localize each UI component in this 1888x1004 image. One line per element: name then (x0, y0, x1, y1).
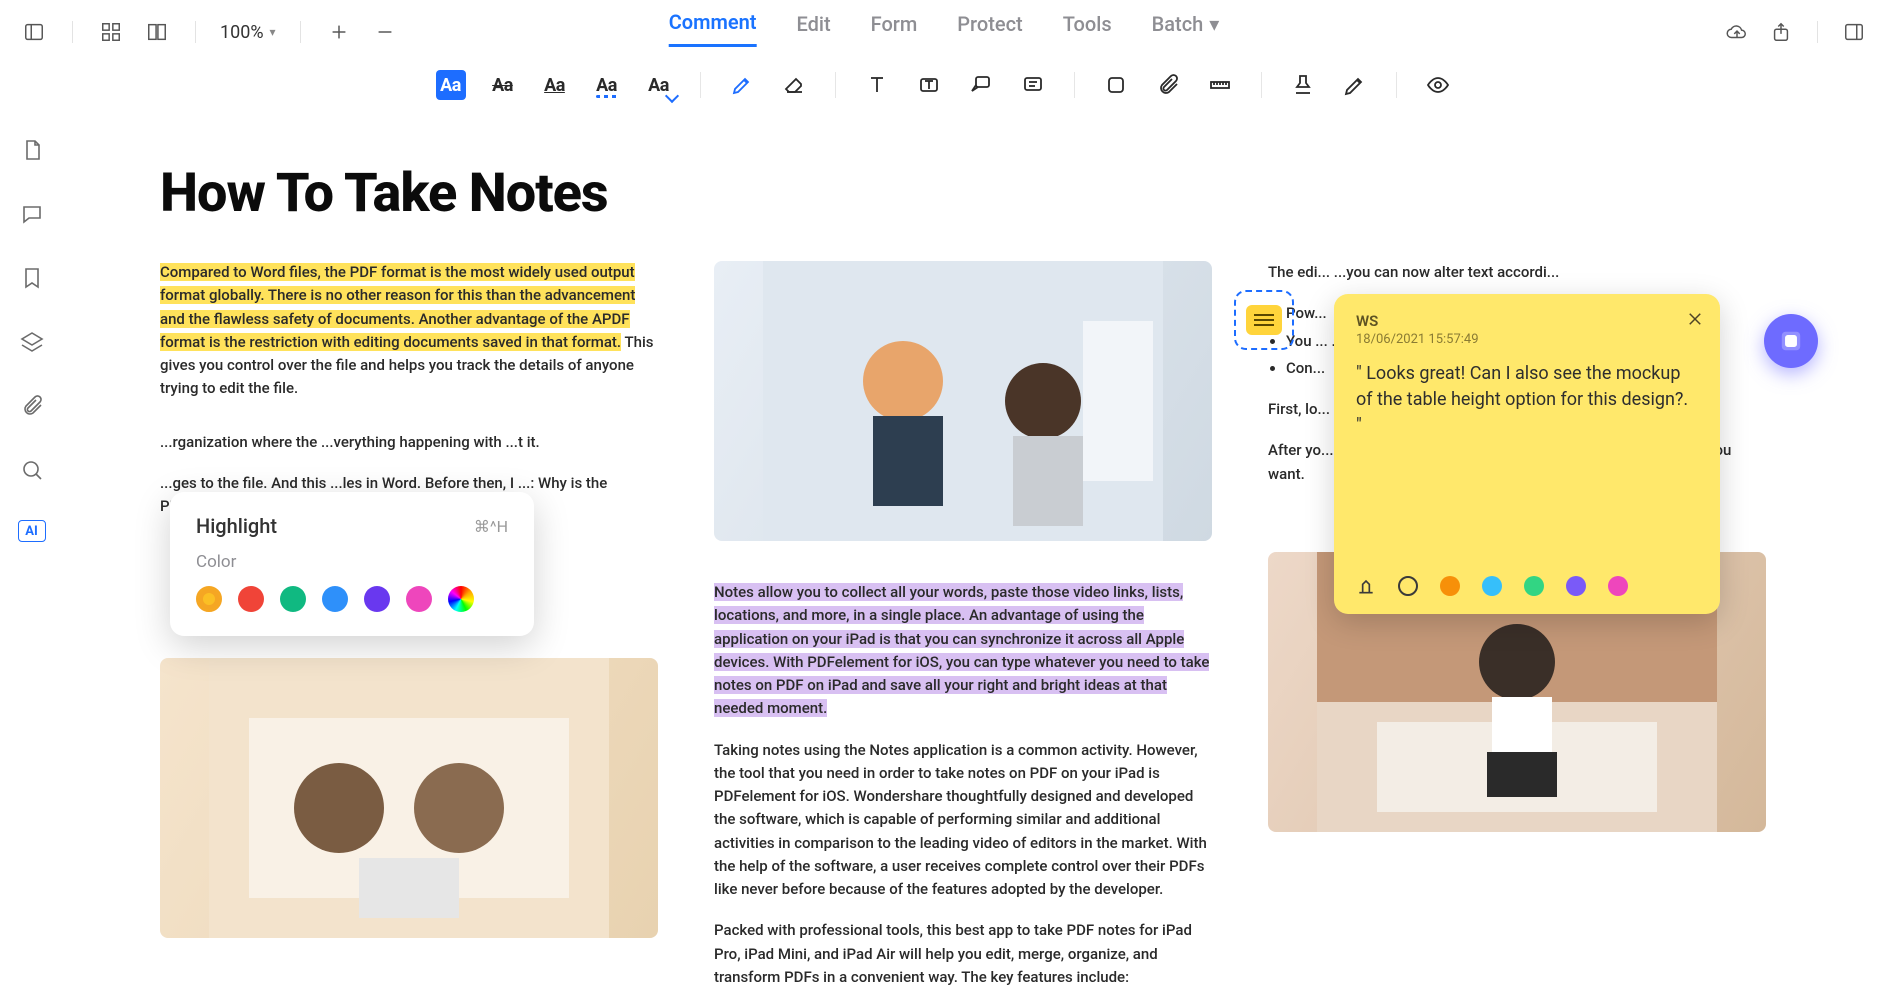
chevron-down-icon: ▾ (270, 25, 276, 39)
comment-panel-icon[interactable] (18, 200, 46, 228)
cloud-upload-icon[interactable] (1723, 18, 1751, 46)
layers-panel-icon[interactable] (18, 328, 46, 356)
sidebar-toggle-icon[interactable] (20, 18, 48, 46)
color-swatch-blue[interactable] (322, 586, 348, 612)
sticky-note-popup: WS 18/06/2021 15:57:49 " Looks great! Ca… (1334, 294, 1720, 614)
highlight-text-button[interactable]: Aa (436, 70, 466, 100)
search-panel-icon[interactable] (18, 456, 46, 484)
popover-shortcut: ⌘^H (474, 517, 508, 536)
color-swatch-pink[interactable] (406, 586, 432, 612)
note-timestamp: 18/06/2021 15:57:49 (1356, 332, 1698, 347)
tab-edit[interactable]: Edit (797, 10, 831, 47)
document-page: How To Take Notes Compared to Word files… (70, 122, 1866, 1000)
note-color-cyan[interactable] (1482, 576, 1502, 596)
right-panel-icon[interactable] (1840, 18, 1868, 46)
note-color-outline[interactable] (1398, 576, 1418, 596)
ai-assist-fab[interactable] (1764, 314, 1818, 368)
popover-subtitle: Color (196, 552, 508, 572)
page-panel-icon[interactable] (18, 136, 46, 164)
left-rail: AI (0, 114, 64, 1000)
note-color-row (1356, 576, 1628, 596)
top-bar: 100% ▾ Comment Edit Form Protect Tools B… (0, 0, 1888, 58)
image-placeholder (160, 658, 658, 938)
sticky-note-marker[interactable] (1234, 290, 1294, 350)
preview-icon[interactable] (1423, 70, 1453, 100)
document-title: How To Take Notes (160, 162, 1766, 225)
color-swatches (196, 586, 508, 612)
note-icon[interactable] (1018, 70, 1048, 100)
callout-icon[interactable] (966, 70, 996, 100)
stamp-icon[interactable] (1288, 70, 1318, 100)
image-placeholder (714, 261, 1212, 541)
signature-icon[interactable] (1340, 70, 1370, 100)
note-color-pink[interactable] (1608, 576, 1628, 596)
text-tool-icon[interactable] (862, 70, 892, 100)
close-icon[interactable] (1684, 308, 1706, 330)
color-swatch-green[interactable] (280, 586, 306, 612)
zoom-out-icon[interactable] (371, 18, 399, 46)
zoom-value: 100% (220, 22, 264, 43)
annotation-toolbar: Aa Aa Aa Aa Aa (0, 58, 1888, 114)
note-color-orange[interactable] (1440, 576, 1460, 596)
attachment-panel-icon[interactable] (18, 392, 46, 420)
insert-text-button[interactable]: Aa (644, 70, 674, 100)
share-icon[interactable] (1767, 18, 1795, 46)
note-color-green[interactable] (1524, 576, 1544, 596)
tab-form[interactable]: Form (871, 10, 918, 47)
highlight-color-popover: Highlight ⌘^H Color (170, 492, 534, 636)
squiggly-button[interactable]: Aa (592, 70, 622, 100)
strikethrough-button[interactable]: Aa (488, 70, 518, 100)
attachment-icon[interactable] (1153, 70, 1183, 100)
zoom-dropdown[interactable]: 100% ▾ (220, 22, 276, 43)
column-2: Notes allow you to collect all your word… (714, 261, 1212, 1000)
tab-protect[interactable]: Protect (957, 10, 1022, 47)
note-icon-style[interactable] (1356, 576, 1376, 596)
underline-button[interactable]: Aa (540, 70, 570, 100)
note-bubble-icon (1246, 305, 1282, 335)
note-author: WS (1356, 312, 1698, 330)
highlighted-text-purple[interactable]: Notes allow you to collect all your word… (714, 583, 1209, 717)
tab-batch[interactable]: Batch▾ (1152, 10, 1220, 47)
textbox-icon[interactable] (914, 70, 944, 100)
ai-panel-button[interactable]: AI (18, 520, 46, 542)
color-swatch-purple[interactable] (364, 586, 390, 612)
tab-comment[interactable]: Comment (669, 10, 757, 47)
color-swatch-yellow[interactable] (196, 586, 222, 612)
popover-title: Highlight (196, 514, 277, 538)
chevron-down-icon: ▾ (1209, 12, 1219, 36)
highlighted-text[interactable]: Compared to Word files, the PDF format i… (160, 263, 635, 351)
tab-tools[interactable]: Tools (1063, 10, 1112, 47)
shape-icon[interactable] (1101, 70, 1131, 100)
color-swatch-red[interactable] (238, 586, 264, 612)
eraser-icon[interactable] (779, 70, 809, 100)
marker-icon[interactable] (727, 70, 757, 100)
thumbnails-icon[interactable] (97, 18, 125, 46)
measure-icon[interactable] (1205, 70, 1235, 100)
color-swatch-custom[interactable] (448, 586, 474, 612)
zoom-in-icon[interactable] (325, 18, 353, 46)
two-page-icon[interactable] (143, 18, 171, 46)
bookmark-panel-icon[interactable] (18, 264, 46, 292)
main-tabs: Comment Edit Form Protect Tools Batch▾ (669, 10, 1220, 47)
note-body[interactable]: " Looks great! Can I also see the mockup… (1356, 361, 1698, 439)
note-color-purple[interactable] (1566, 576, 1586, 596)
